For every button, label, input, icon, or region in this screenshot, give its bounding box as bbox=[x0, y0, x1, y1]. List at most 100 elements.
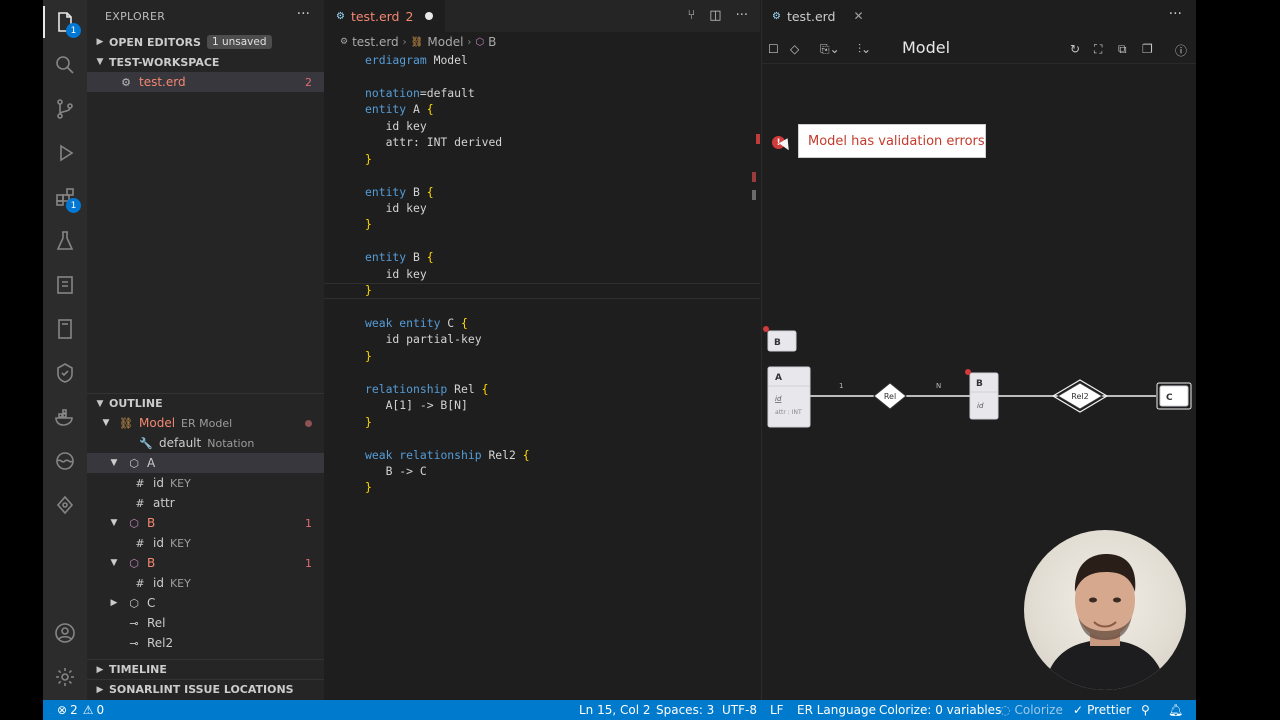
workspace-section[interactable]: ▼ TEST-WORKSPACE bbox=[87, 52, 324, 72]
indentation[interactable]: Spaces: 3 bbox=[656, 700, 714, 720]
run-debug-icon[interactable] bbox=[43, 133, 87, 173]
outline-item-relationship[interactable]: ⊸ Rel bbox=[87, 613, 324, 633]
prettier-status[interactable]: ✓ Prettier bbox=[1073, 700, 1131, 720]
more-actions-icon[interactable]: ··· bbox=[1169, 6, 1182, 22]
colorize-variables[interactable]: Colorize: 0 variables bbox=[879, 700, 1001, 720]
layout-icon[interactable]: ⫶⌄ bbox=[858, 42, 871, 57]
encoding[interactable]: UTF-8 bbox=[722, 700, 757, 720]
explorer-icon[interactable]: 1 bbox=[43, 2, 87, 42]
code-line[interactable]: notation=default bbox=[365, 85, 530, 101]
cardinality-1: 1 bbox=[839, 382, 843, 390]
breadcrumb-item[interactable]: test.erd bbox=[352, 35, 399, 49]
relationship-rel-node[interactable]: Rel bbox=[873, 382, 907, 410]
code-line[interactable]: id key bbox=[365, 118, 530, 134]
code-line[interactable]: } bbox=[365, 414, 530, 430]
outline-item-entity-b[interactable]: ▼ ⬡ B 1 bbox=[87, 553, 324, 573]
code-line[interactable]: } bbox=[365, 151, 530, 167]
open-diagram-icon[interactable]: ⑂ bbox=[687, 8, 695, 23]
open-editors-section[interactable]: ▶ OPEN EDITORS 1 unsaved bbox=[87, 32, 324, 52]
code-line[interactable]: weak entity C { bbox=[365, 315, 530, 331]
outline-item-attr[interactable]: # id KEY bbox=[87, 533, 324, 553]
fit-to-screen-icon[interactable]: ⛶ bbox=[1094, 42, 1102, 57]
language-mode[interactable]: ER Language bbox=[797, 700, 876, 720]
marquee-tool-icon[interactable]: ◇ bbox=[790, 42, 799, 56]
code-line[interactable]: A[1] -> B[N] bbox=[365, 397, 530, 413]
code-line[interactable]: relationship Rel { bbox=[365, 381, 530, 397]
code-line[interactable]: } bbox=[365, 282, 530, 298]
outline-item-attr[interactable]: # attr bbox=[87, 493, 324, 513]
more-actions-icon[interactable]: ··· bbox=[297, 6, 310, 22]
outline-item-entity-b[interactable]: ▼ ⬡ B 1 bbox=[87, 513, 324, 533]
close-icon[interactable]: ✕ bbox=[854, 9, 864, 23]
code-line[interactable] bbox=[365, 167, 530, 183]
code-line[interactable] bbox=[365, 364, 530, 380]
outline-item-attr[interactable]: # id KEY bbox=[87, 473, 324, 493]
source-control-icon[interactable] bbox=[43, 89, 87, 129]
account-icon[interactable] bbox=[43, 613, 87, 653]
code-line[interactable]: erdiagram Model bbox=[365, 52, 530, 68]
file-test-erd[interactable]: ⚙ test.erd 2 bbox=[87, 72, 324, 92]
remote-explorer-icon[interactable] bbox=[43, 265, 87, 305]
relationship-rel2-node[interactable]: Rel2 bbox=[1051, 379, 1109, 413]
diagram-tab[interactable]: ⚙ test.erd ✕ bbox=[762, 0, 874, 32]
code-text[interactable]: erdiagram Model notation=default entity A … bbox=[365, 52, 530, 496]
code-line[interactable]: weak relationship Rel2 { bbox=[365, 447, 530, 463]
code-line[interactable]: id partial-key bbox=[365, 331, 530, 347]
code-line[interactable]: entity B { bbox=[365, 184, 530, 200]
timeline-icon[interactable] bbox=[43, 441, 87, 481]
code-line[interactable]: } bbox=[365, 216, 530, 232]
code-line[interactable]: id key bbox=[365, 200, 530, 216]
unsaved-dot-icon[interactable] bbox=[425, 12, 434, 20]
refresh-icon[interactable]: ↻ bbox=[1070, 42, 1080, 56]
code-line[interactable]: } bbox=[365, 348, 530, 364]
search-icon[interactable] bbox=[43, 45, 87, 85]
docker-icon[interactable] bbox=[43, 397, 87, 437]
outline-item-relationship[interactable]: ⊸ Rel2 bbox=[87, 633, 324, 653]
testing-icon[interactable] bbox=[43, 221, 87, 261]
outline-item-notation[interactable]: 🔧 default Notation bbox=[87, 433, 324, 453]
breadcrumb-item[interactable]: B bbox=[488, 35, 496, 49]
center-icon[interactable]: ⧉ bbox=[1118, 42, 1127, 57]
feedback-icon[interactable]: ⚲ bbox=[1141, 700, 1150, 720]
more-actions-icon[interactable]: ··· bbox=[736, 8, 748, 23]
outline-item-entity-c[interactable]: ▶ ⬡ C bbox=[87, 593, 324, 613]
breadcrumb-item[interactable]: Model bbox=[427, 35, 463, 49]
outline-item-model[interactable]: ▼ ⛓ Model ER Model bbox=[87, 413, 324, 433]
entity-b-floating[interactable]: B bbox=[763, 326, 797, 352]
split-editor-icon[interactable]: ◫ bbox=[709, 8, 721, 23]
sonarlint-icon[interactable] bbox=[43, 353, 87, 393]
cursor-position[interactable]: Ln 15, Col 2 bbox=[579, 700, 651, 720]
timeline-section[interactable]: ▶ TIMELINE bbox=[87, 659, 324, 679]
outline-item-entity-a[interactable]: ▼ ⬡ A bbox=[87, 453, 324, 473]
outline-item-attr[interactable]: # id KEY bbox=[87, 573, 324, 593]
code-line[interactable] bbox=[365, 299, 530, 315]
outline-section[interactable]: ▼ OUTLINE bbox=[87, 393, 324, 413]
code-line[interactable]: attr: INT derived bbox=[365, 134, 530, 150]
copy-icon[interactable]: ❐ bbox=[1142, 42, 1153, 56]
editor-tab-test-erd[interactable]: ⚙ test.erd 2 bbox=[324, 0, 446, 32]
code-line[interactable]: entity B { bbox=[365, 249, 530, 265]
entity-c-node[interactable]: C bbox=[1156, 382, 1192, 410]
code-line[interactable]: } bbox=[365, 479, 530, 495]
sonarlint-section[interactable]: ▶ SONARLINT ISSUE LOCATIONS bbox=[87, 679, 324, 699]
code-line[interactable]: entity A { bbox=[365, 101, 530, 117]
colorize-toggle[interactable]: ◌ Colorize bbox=[1000, 700, 1063, 720]
notebook-icon[interactable] bbox=[43, 309, 87, 349]
entity-a-node[interactable]: A id attr : INT bbox=[767, 366, 811, 428]
code-line[interactable] bbox=[365, 68, 530, 84]
settings-gear-icon[interactable] bbox=[43, 657, 87, 697]
code-line[interactable]: id key bbox=[365, 266, 530, 282]
deploy-icon[interactable] bbox=[43, 485, 87, 525]
end-of-line[interactable]: LF bbox=[770, 700, 784, 720]
extensions-icon[interactable]: 1 bbox=[43, 177, 87, 217]
code-line[interactable] bbox=[365, 430, 530, 446]
code-line[interactable] bbox=[365, 233, 530, 249]
entity-b-node[interactable]: B id bbox=[965, 369, 999, 420]
problems-indicator[interactable]: ⊗ 2 ⚠ 0 bbox=[57, 700, 104, 720]
scrollbar-thumb[interactable] bbox=[752, 190, 756, 200]
notifications-bell-icon[interactable]: 🔔︎ bbox=[1168, 700, 1183, 720]
help-icon[interactable]: ⓘ bbox=[1175, 42, 1187, 59]
export-icon[interactable]: ⎘⌄ bbox=[820, 42, 840, 57]
select-tool-icon[interactable]: ☐ bbox=[768, 42, 779, 56]
code-line[interactable]: B -> C bbox=[365, 463, 530, 479]
